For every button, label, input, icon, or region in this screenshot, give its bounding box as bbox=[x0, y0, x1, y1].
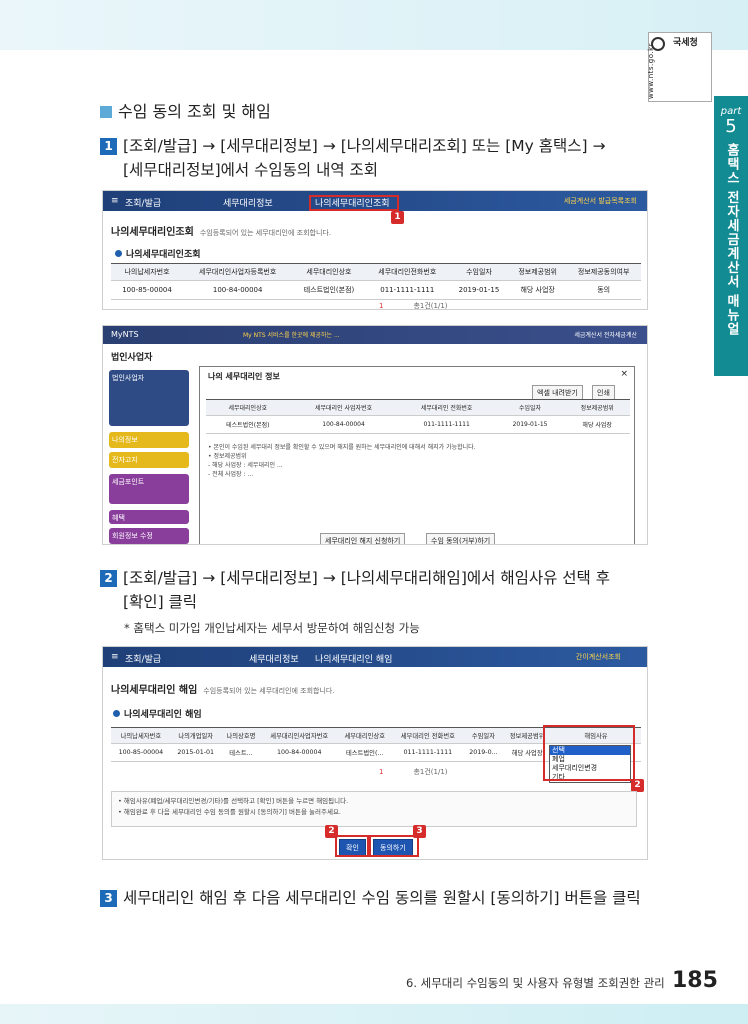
panel-title: 나의세무대리인조회 수임등록되어 있는 세무대리인에 조회합니다. bbox=[111, 227, 332, 238]
nav-agent-info[interactable]: 세무대리정보 bbox=[223, 196, 273, 209]
nav-right-link[interactable]: 세금계산서 발급목록조회 bbox=[564, 196, 637, 206]
screenshot-mynts: MyNTS My NTS 서비스를 한곳에 제공하는 ... 세금계산서 전자세… bbox=[102, 325, 648, 545]
callout-number: 3 bbox=[413, 825, 426, 838]
step-2: 2 [조회/발급] → [세무대리정보] → [나의세무대리해임]에서 해임사유 … bbox=[100, 566, 610, 614]
nts-brand-box: 국세청 www.nts.go.kr bbox=[647, 32, 712, 102]
callout-box bbox=[335, 835, 369, 857]
step-text: [조회/발급] → [세무대리정보] → [나의세무대리해임]에서 해임사유 선… bbox=[123, 569, 610, 587]
brand-url: www.nts.go.kr bbox=[647, 42, 656, 100]
screenshot-dismissal: ≡ 조회/발급 세무대리정보 나의세무대리인 해임 간이계산서조회 나의세무대리… bbox=[102, 646, 648, 860]
agent-table: 나의납세자번호 세무대리인사업자등록번호 세무대리인상호 세무대리인전화번호 수임일자… bbox=[111, 263, 641, 300]
page-number: 185 bbox=[672, 968, 718, 993]
screenshot-inquiry: ≡ 조회/발급 세무대리정보 나의세무대리인조회 세금계산서 발급목록조회 나의… bbox=[102, 190, 648, 310]
sub-section-title: 나의세무대리인 해임 bbox=[113, 707, 202, 720]
modal-notes: • 본인이 수임된 세무대리 정보를 확인할 수 있으며 해지를 원하는 세무대… bbox=[208, 444, 476, 478]
brand-name: 국세청 bbox=[673, 38, 698, 48]
notes-box: • 해임사유(폐업/세무대리인변경/기타)를 선택하고 [확인] 버튼을 누르면… bbox=[111, 791, 637, 827]
table-header: 나의납세자번호 세무대리인사업자등록번호 세무대리인상호 세무대리인전화번호 수임일자… bbox=[111, 263, 641, 281]
square-bullet-icon bbox=[100, 106, 112, 118]
nav-lookup[interactable]: 조회/발급 bbox=[125, 196, 161, 209]
mynts-right-link[interactable]: 세금계산서 전자세금계산 bbox=[574, 330, 637, 339]
step-number: 2 bbox=[100, 570, 117, 587]
step-number: 1 bbox=[100, 138, 117, 155]
mynts-notice: My NTS 서비스를 한곳에 제공하는 ... bbox=[243, 332, 340, 339]
mynts-brand: MyNTS bbox=[111, 330, 139, 339]
callout-number: 1 bbox=[391, 211, 404, 224]
panel-title: 나의세무대리인 해임 수임등록되어 있는 세무대리인에 조회합니다. bbox=[111, 685, 335, 696]
chapter-side-tab: part 5 홈택스 전자세금계산서 매뉴얼 bbox=[714, 96, 748, 376]
side-part-number: 5 bbox=[725, 116, 737, 137]
benefit-card[interactable]: 혜택 bbox=[109, 510, 189, 524]
profile-card[interactable]: 법인사업자 bbox=[109, 370, 189, 426]
step-text-cont: [세무대리정보]에서 수임동의 내역 조회 bbox=[123, 161, 379, 179]
table-row: 테스트법인(본점) 100-84-00004 011-1111-1111 2019-0… bbox=[206, 415, 630, 434]
callout-box bbox=[309, 195, 399, 211]
cancel-agent-button[interactable]: 세무대리인 해지 신청하기 bbox=[320, 533, 406, 544]
my-info-card[interactable]: 나의정보 bbox=[109, 432, 189, 448]
nav-dismiss-agent[interactable]: 나의세무대리인 해임 bbox=[315, 652, 392, 665]
mynts-top-bar: MyNTS My NTS 서비스를 한곳에 제공하는 ... 세금계산서 전자세… bbox=[103, 326, 647, 344]
table-row: 100-85-00004 100-84-00004 테스트법인(본점) 011-11… bbox=[111, 280, 641, 300]
page-link[interactable]: 1 bbox=[379, 768, 383, 776]
e-notice-card[interactable]: 전자고지 bbox=[109, 452, 189, 468]
footer-band bbox=[0, 1004, 748, 1024]
table-header: 세무대리인상호 세무대리인 사업자번호 세무대리인 전화번호 수임일자 정보제공범위 bbox=[206, 399, 630, 416]
nav-right-link[interactable]: 간이계산서조회 bbox=[576, 652, 621, 662]
nav-bar: ≡ 조회/발급 세무대리정보 나의세무대리인 해임 간이계산서조회 bbox=[103, 647, 647, 667]
callout-box bbox=[543, 725, 635, 781]
mynts-left-panel: 법인사업자 나의정보 전자고지 세금포인트 혜택 회원정보 수정 bbox=[109, 370, 189, 544]
section-title: 수임 동의 조회 및 해임 bbox=[100, 98, 271, 122]
sub-section-title: 나의세무대리인조회 bbox=[115, 247, 201, 260]
side-chapter-title: 홈택스 전자세금계산서 매뉴얼 bbox=[724, 143, 739, 337]
consent-button[interactable]: 수임 동의(거부)하기 bbox=[426, 533, 496, 544]
pager: 1 총1건(1/1) bbox=[379, 767, 448, 777]
bullet-icon bbox=[113, 710, 120, 717]
step-text: [조회/발급] → [세무대리정보] → [나의세무대리조회] 또는 [My 홈… bbox=[123, 137, 606, 155]
step-text-cont: [확인] 클릭 bbox=[123, 593, 198, 611]
page-link[interactable]: 1 bbox=[379, 302, 383, 309]
user-type-label: 법인사업자 bbox=[111, 353, 153, 363]
step-number: 3 bbox=[100, 890, 117, 907]
callout-box bbox=[369, 835, 419, 857]
menu-icon[interactable]: ≡ bbox=[111, 652, 119, 662]
nav-lookup[interactable]: 조회/발급 bbox=[125, 652, 161, 665]
step-1: 1 [조회/발급] → [세무대리정보] → [나의세무대리조회] 또는 [My … bbox=[100, 134, 606, 182]
modal-table: 세무대리인상호 세무대리인 사업자번호 세무대리인 전화번호 수임일자 정보제공범위 테… bbox=[206, 399, 630, 434]
callout-number: 2 bbox=[325, 825, 338, 838]
nav-agent-info[interactable]: 세무대리정보 bbox=[249, 652, 299, 665]
close-icon[interactable]: × bbox=[620, 369, 628, 379]
header-band bbox=[0, 0, 748, 50]
modal-title: 나의 세무대리인 정보 bbox=[208, 372, 280, 381]
footer-chapter: 6. 세무대리 수임동의 및 사용자 유형별 조회권한 관리 bbox=[406, 976, 665, 990]
step-3: 3 세무대리인 해임 후 다음 세무대리인 수임 동의를 원할시 [동의하기] 버… bbox=[100, 886, 641, 910]
step-text: 세무대리인 해임 후 다음 세무대리인 수임 동의를 원할시 [동의하기] 버튼… bbox=[123, 889, 641, 907]
tax-point-card[interactable]: 세금포인트 bbox=[109, 474, 189, 504]
agent-info-modal: 나의 세무대리인 정보 × 엑셀 내려받기 인쇄 세무대리인상호 세무대리인 사업… bbox=[199, 366, 635, 544]
menu-icon[interactable]: ≡ bbox=[111, 196, 119, 206]
note-text: * 홈택스 미가입 개인납세자는 세무서 방문하여 해임신청 가능 bbox=[124, 621, 420, 635]
page-info: 총1건(1/1) bbox=[413, 302, 448, 310]
pager: 1 총1건(1/1) bbox=[379, 301, 448, 310]
bullet-icon bbox=[115, 250, 122, 257]
page-info: 총1건(1/1) bbox=[413, 768, 448, 776]
member-edit-card[interactable]: 회원정보 수정 bbox=[109, 528, 189, 544]
